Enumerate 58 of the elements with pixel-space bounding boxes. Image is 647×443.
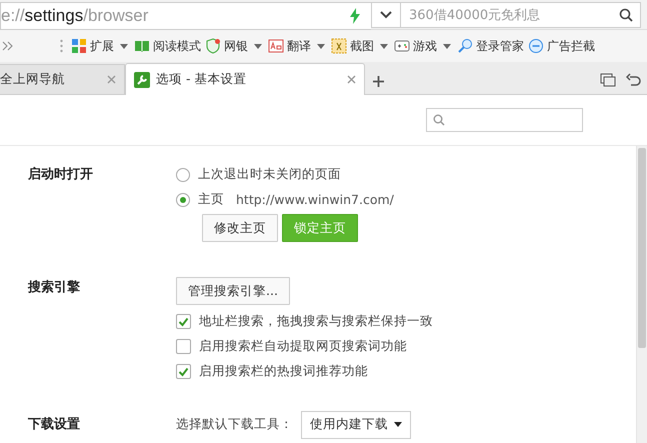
- checkbox-label: 地址栏搜索，拖拽搜索与搜索栏保持一致: [199, 313, 433, 330]
- checkbox[interactable]: [176, 314, 191, 329]
- gamepad-icon: [394, 38, 410, 54]
- search-icon[interactable]: [619, 8, 633, 22]
- checkbox[interactable]: [176, 364, 191, 379]
- radio-label: 主页: [198, 191, 224, 208]
- magnifier-icon: [457, 38, 473, 54]
- caret-icon[interactable]: [443, 44, 451, 48]
- toolbar-item[interactable]: 广告拦截: [527, 38, 596, 54]
- lightning-icon[interactable]: [349, 8, 361, 24]
- chevron-down-icon: [380, 11, 392, 19]
- tab[interactable]: 全上网导航: [0, 64, 125, 94]
- caret-icon[interactable]: [380, 44, 388, 48]
- dropdown[interactable]: 使用内建下载: [301, 410, 411, 438]
- block-icon: [528, 38, 544, 54]
- chevron-icon[interactable]: [2, 41, 14, 51]
- select-label: 选择默认下载工具：: [176, 416, 293, 433]
- book-icon: [134, 38, 150, 54]
- scissors-icon: [331, 38, 347, 54]
- caret-icon: [394, 422, 402, 427]
- checkbox-label: 启用搜索栏的热搜词推荐功能: [199, 363, 368, 380]
- grip-icon: [60, 39, 63, 53]
- caret-icon[interactable]: [254, 44, 262, 48]
- windows-icon[interactable]: [600, 73, 616, 87]
- section-title: 下载设置: [27, 416, 81, 434]
- caret-icon[interactable]: [317, 44, 325, 48]
- toolbar-item[interactable]: 扩展: [70, 38, 115, 54]
- tab[interactable]: 选项 - 基本设置: [125, 63, 365, 95]
- toolbar-item[interactable]: 登录管家: [456, 38, 525, 54]
- wrench-icon: [134, 72, 150, 88]
- grid-icon: [71, 38, 87, 54]
- radio-button[interactable]: [176, 192, 190, 206]
- radio-button[interactable]: [176, 168, 190, 182]
- scrollbar[interactable]: [636, 146, 647, 443]
- checkbox[interactable]: [176, 339, 191, 354]
- search-field[interactable]: 360借40000元免利息: [401, 2, 641, 28]
- homepage-url: http://www.winwin7.com/: [236, 192, 394, 207]
- close-icon[interactable]: [107, 75, 116, 84]
- plus-icon[interactable]: [373, 76, 384, 87]
- toolbar-item[interactable]: 截图: [330, 38, 375, 54]
- toolbar-item[interactable]: 游戏: [393, 38, 438, 54]
- button[interactable]: 管理搜索引擎...: [176, 277, 290, 305]
- dropdown-button[interactable]: [371, 2, 401, 28]
- search-icon: [433, 114, 445, 126]
- toolbar-item[interactable]: 阅读模式: [133, 38, 202, 54]
- close-icon[interactable]: [347, 75, 356, 84]
- toolbar-item[interactable]: 翻译: [267, 38, 312, 54]
- toolbar-item[interactable]: 网银: [204, 38, 249, 54]
- shield-icon: [205, 38, 221, 54]
- checkbox-label: 启用搜索栏自动提取网页搜索词功能: [199, 338, 407, 355]
- radio-label: 上次退出时未关闭的页面: [198, 166, 341, 183]
- undo-icon[interactable]: [626, 73, 641, 87]
- button[interactable]: 修改主页: [202, 214, 278, 242]
- section-title: 启动时打开: [27, 166, 94, 184]
- caret-icon[interactable]: [120, 44, 128, 48]
- section-title: 搜索引擎: [26, 278, 81, 297]
- search-field[interactable]: [426, 108, 583, 132]
- translate-icon: [268, 38, 284, 54]
